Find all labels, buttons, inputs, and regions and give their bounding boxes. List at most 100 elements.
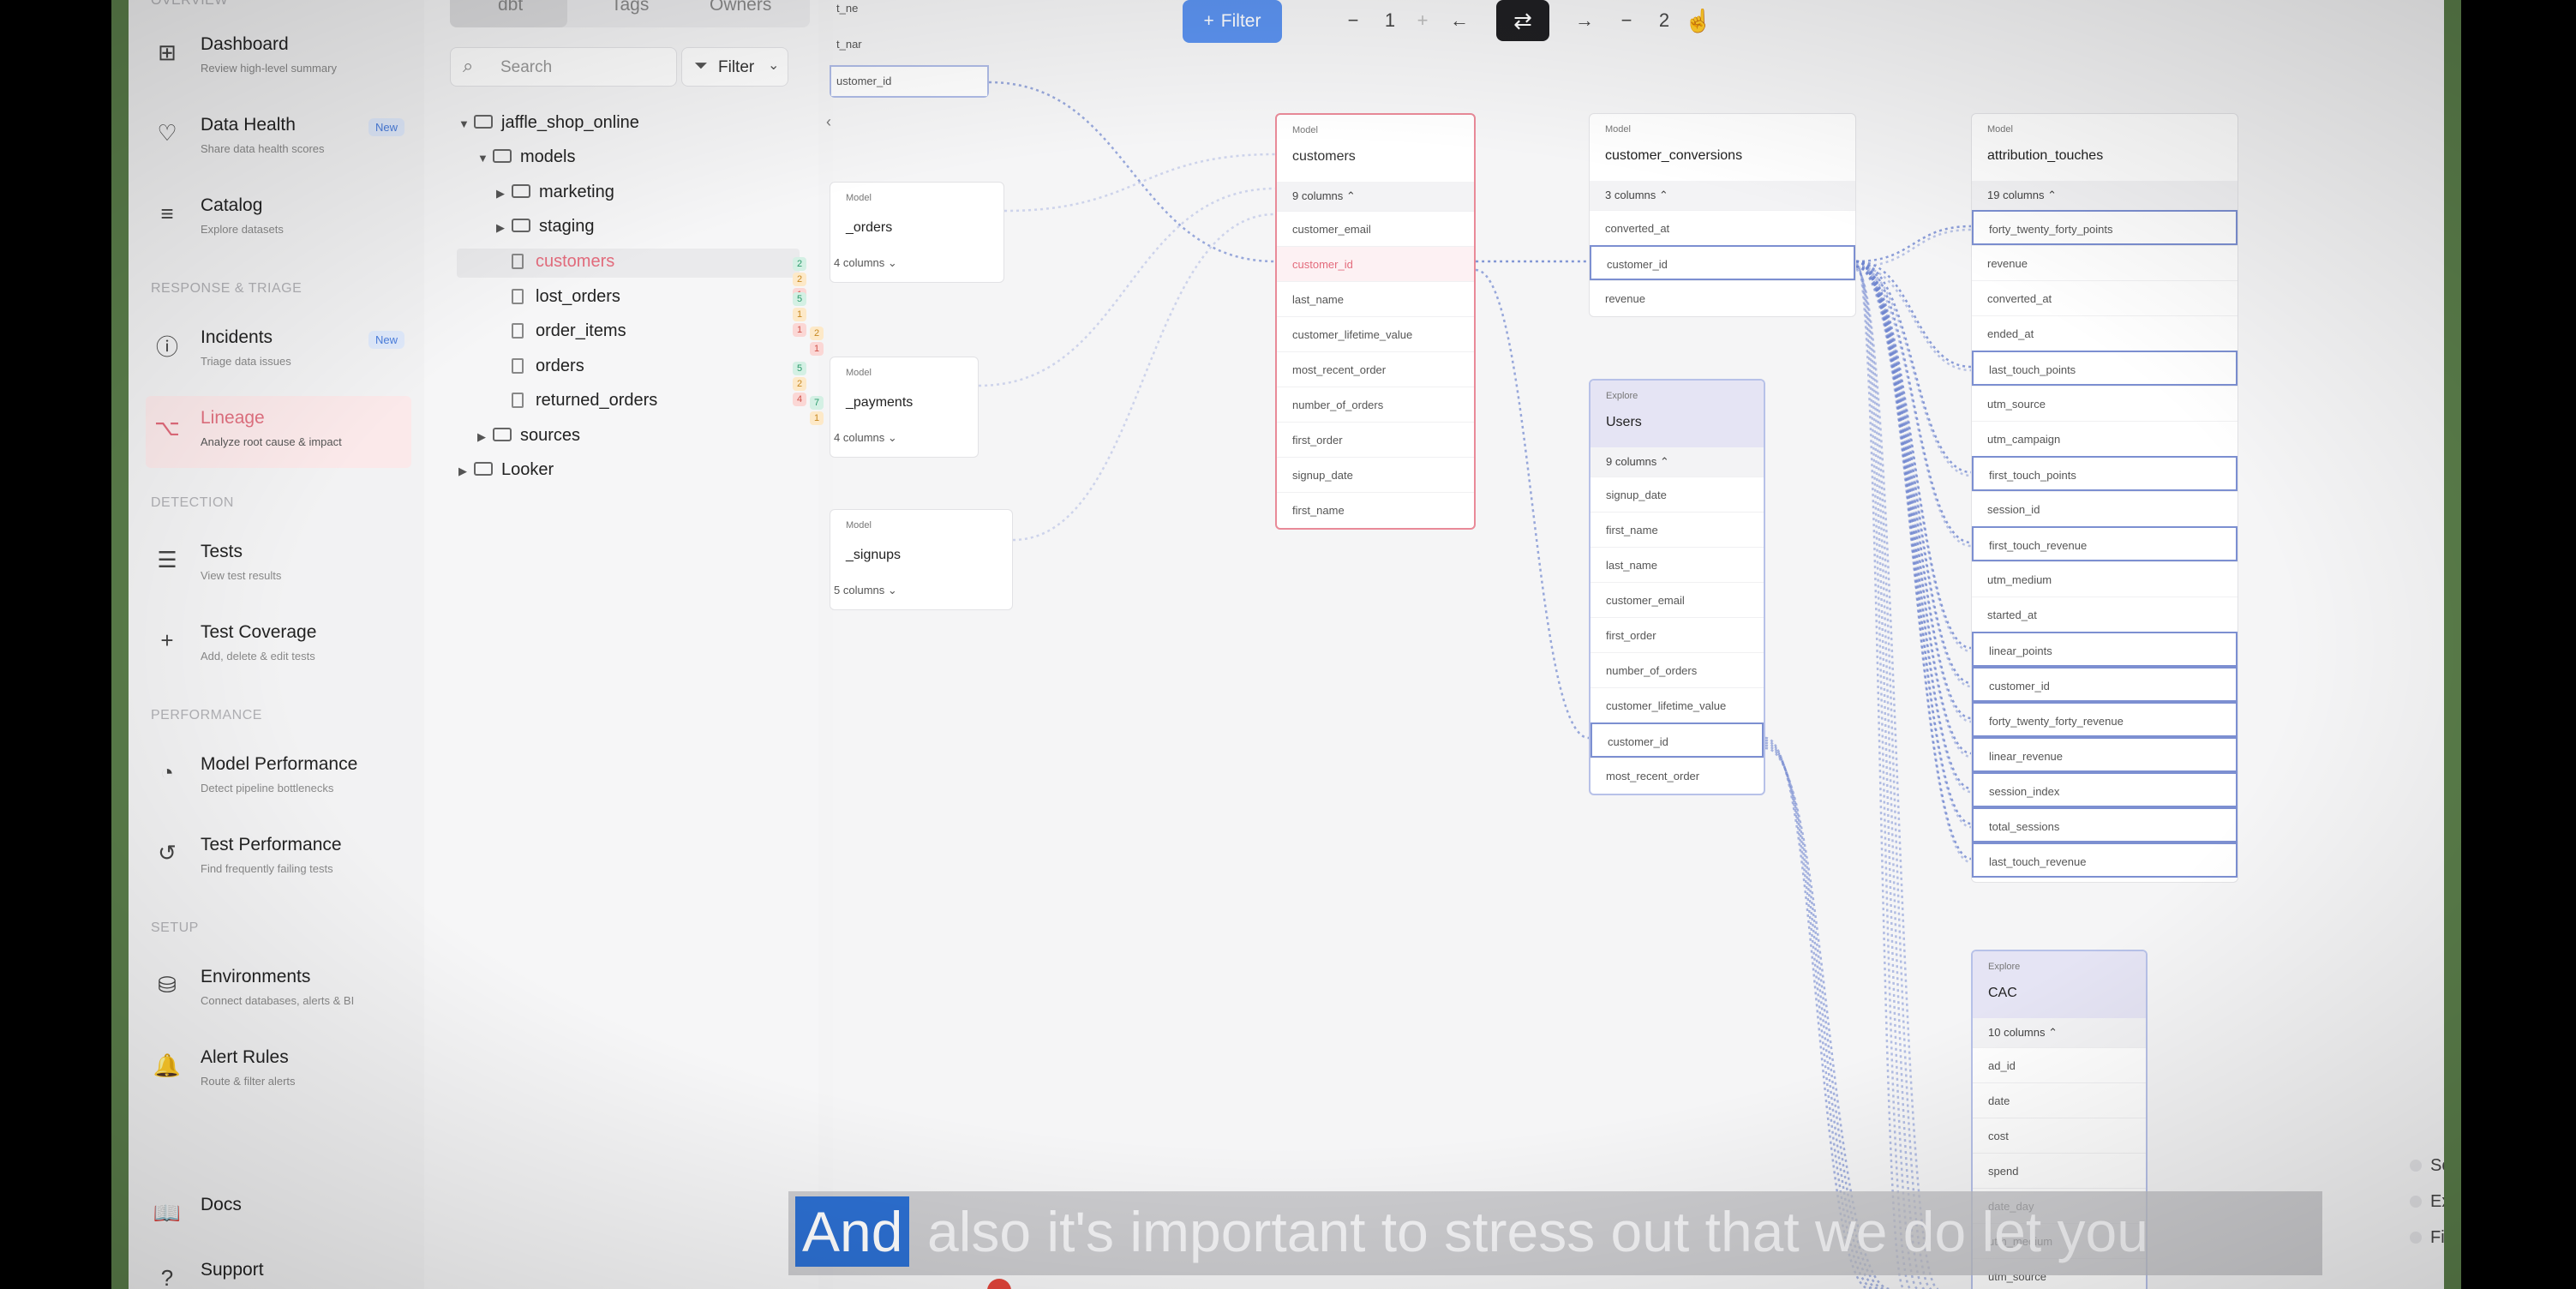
tree-node-jaffle-shop-online[interactable]: ▼ jaffle_shop_online [458,113,639,133]
columns-toggle[interactable]: 19 columns ⌃ [1972,181,2238,210]
column-row[interactable]: last_name [1591,547,1764,582]
nav-catalog[interactable]: ≡ Catalog Explore datasets [154,192,411,252]
card-customer-conversions[interactable]: Model customer_conversions 3 columns ⌃ c… [1589,113,1856,317]
column-row[interactable]: first_name [1591,512,1764,547]
swap-direction-button[interactable]: ⇄ [1496,0,1549,41]
column-row[interactable]: first_touch_points [1972,456,2238,491]
column-row[interactable]: most_recent_order [1277,351,1474,387]
tree-node-order-items[interactable]: order_items [512,321,626,341]
column-row[interactable]: first_name [1277,492,1474,527]
column-row[interactable]: linear_points [1972,632,2238,667]
upstream-arrow-button[interactable]: ← [1438,0,1481,41]
card-orders[interactable]: Model _orders 4 columns ⌄ [830,182,1004,283]
column-row[interactable]: session_id [1972,491,2238,526]
collapse-panel-icon[interactable]: ‹ [826,113,831,131]
column-row[interactable]: customer_lifetime_value [1277,316,1474,351]
column-row[interactable]: number_of_orders [1277,387,1474,422]
nav-alert-rules[interactable]: 🔔 Alert Rules Route & filter alerts [153,1044,411,1104]
column-row[interactable]: customer_lifetime_value [1591,687,1764,722]
tab-dbt[interactable]: dbt [498,0,523,15]
partial-row-customer-id[interactable]: ustomer_id [830,65,989,98]
column-row[interactable]: total_sessions [1972,807,2238,842]
column-row[interactable]: signup_date [1591,477,1764,512]
upstream-decrease-button[interactable]: − [1336,0,1370,41]
nav-environments[interactable]: ⛁ Environments Connect databases, alerts… [154,963,411,1023]
nav-model-performance[interactable]: ◔ Model Performance Detect pipeline bott… [154,751,411,811]
columns-toggle[interactable]: 4 columns ⌄ [834,431,897,445]
column-row[interactable]: utm_campaign [1972,421,2238,456]
columns-toggle[interactable]: 9 columns ⌃ [1277,182,1474,211]
nav-dashboard[interactable]: ⊞ Dashboard Review high-level summary [154,31,411,91]
column-row[interactable]: customer_id [1591,722,1764,758]
column-row[interactable]: started_at [1972,597,2238,632]
column-row[interactable]: converted_at [1972,280,2238,315]
column-row[interactable]: last_touch_points [1972,351,2238,386]
column-row[interactable]: ended_at [1972,315,2238,351]
column-row[interactable]: utm_medium [1972,561,2238,597]
downstream-decrease-button[interactable]: − [1609,0,1644,41]
column-row[interactable]: last_name [1277,281,1474,316]
tree-filter-button[interactable]: ⏷ Filter ⌄ [681,47,788,87]
card-users-explore[interactable]: Explore Users 9 columns ⌃ signup_date fir… [1589,379,1765,795]
column-row[interactable]: first_touch_revenue [1972,526,2238,561]
lineage-canvas[interactable]: ‹ + Filter − 1 + ← ⇄ → − 2 ☝ t_ne t_nar u… [826,0,2444,1289]
columns-toggle[interactable]: 4 columns ⌄ [834,256,897,270]
card-payments[interactable]: Model _payments 4 columns ⌄ [830,357,979,458]
column-row[interactable]: ad_id [1973,1047,2146,1082]
column-row[interactable]: utm_source [1972,386,2238,421]
column-row[interactable]: customer_id [1590,245,1855,280]
column-row[interactable]: revenue [1972,245,2238,280]
upstream-increase-button[interactable]: + [1405,0,1440,41]
columns-toggle[interactable]: 10 columns ⌃ [1973,1018,2146,1047]
tree-node-returned-orders[interactable]: returned_orders [512,391,657,411]
columns-toggle[interactable]: 3 columns ⌃ [1590,181,1855,210]
card-attribution-touches[interactable]: Model attribution_touches 19 columns ⌃ f… [1971,113,2238,883]
tab-tags[interactable]: Tags [611,0,649,15]
columns-toggle[interactable]: 9 columns ⌃ [1591,447,1764,477]
nav-test-coverage[interactable]: + Test Coverage Add, delete & edit tests [154,619,411,679]
search-input[interactable]: ⌕ Search [450,47,677,87]
column-row[interactable]: linear_revenue [1972,737,2238,772]
nav-tests[interactable]: ☰ Tests View test results [154,538,411,598]
tree-node-customers[interactable]: customers [512,252,614,272]
tree-node-marketing[interactable]: ▶ marketing [496,183,614,202]
column-row[interactable]: most_recent_order [1591,758,1764,793]
columns-toggle[interactable]: 5 columns ⌄ [834,584,897,597]
column-row[interactable]: customer_email [1591,582,1764,617]
filter-button[interactable]: + Filter [1183,0,1282,43]
column-row[interactable]: session_index [1972,772,2238,807]
column-row[interactable]: spend [1973,1153,2146,1188]
tree-node-sources[interactable]: ▶ sources [477,426,580,446]
column-row[interactable]: forty_twenty_forty_revenue [1972,702,2238,737]
nav-data-health[interactable]: ♡ Data Health Share data health scores N… [154,111,411,171]
column-row[interactable]: first_order [1591,617,1764,652]
column-row[interactable]: last_touch_revenue [1972,842,2238,878]
column-row[interactable]: date [1973,1082,2146,1118]
nav-docs[interactable]: 📖 Docs [153,1191,411,1251]
column-row[interactable]: revenue [1590,280,1855,315]
card-partial-top[interactable]: t_ne t_nar ustomer_id [830,0,989,98]
nav-support[interactable]: ? Support [154,1256,411,1289]
card-signups[interactable]: Model _signups 5 columns ⌄ [830,509,1013,610]
column-row[interactable]: forty_twenty_forty_points [1972,210,2238,245]
frame-border-left [111,0,129,1289]
column-row[interactable]: customer_id [1277,246,1474,281]
tree-node-looker[interactable]: ▶ Looker [458,460,554,480]
nav-test-performance[interactable]: ↺ Test Performance Find frequently faili… [154,831,411,891]
column-row[interactable]: number_of_orders [1591,652,1764,687]
column-row[interactable]: customer_email [1277,211,1474,246]
column-row[interactable]: signup_date [1277,457,1474,492]
nav-lineage[interactable]: ⌥ Lineage Analyze root cause & impact [146,396,411,468]
tree-node-models[interactable]: ▼ models [477,147,575,167]
column-row[interactable]: cost [1973,1118,2146,1153]
tab-owners[interactable]: Owners [710,0,771,15]
tree-node-lost-orders[interactable]: lost_orders [512,287,620,307]
tree-node-orders[interactable]: orders [512,357,584,376]
nav-incidents[interactable]: ⓘ Incidents Triage data issues New [154,324,411,384]
column-row[interactable]: first_order [1277,422,1474,457]
downstream-arrow-button[interactable]: → [1563,0,1606,41]
column-row[interactable]: converted_at [1590,210,1855,245]
card-customers[interactable]: Model customers 9 columns ⌃ customer_ema… [1275,113,1476,530]
column-row[interactable]: customer_id [1972,667,2238,702]
tree-node-staging[interactable]: ▶ staging [496,217,595,237]
